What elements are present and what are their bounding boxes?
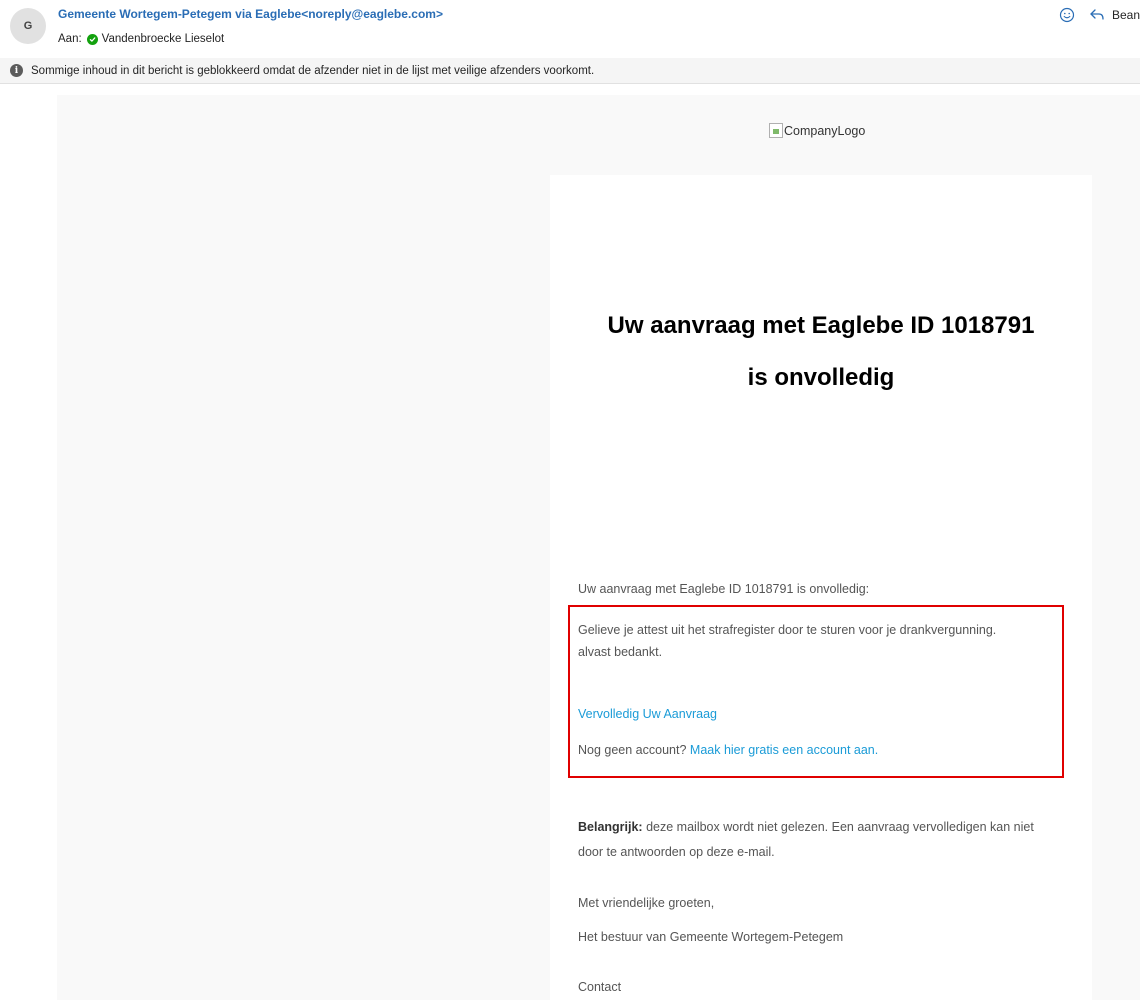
complete-application-link[interactable]: Vervolledig Uw Aanvraag	[578, 707, 717, 721]
reply-arrow-icon	[1088, 6, 1106, 24]
smiley-icon[interactable]	[1058, 6, 1076, 24]
account-line: Nog geen account? Maak hier gratis een a…	[578, 743, 878, 757]
email-title-line-2: is onvolledig	[747, 364, 895, 391]
blocked-content-banner: i Sommige inhoud in dit bericht is geblo…	[0, 58, 1140, 84]
sender-avatar[interactable]: G	[10, 8, 46, 44]
reply-button[interactable]: Bean	[1088, 6, 1140, 24]
create-account-link[interactable]: Maak hier gratis een account aan.	[690, 743, 878, 757]
check-circle-icon	[86, 33, 98, 45]
info-icon: i	[10, 64, 23, 77]
recipient-line: Aan: Vandenbroecke Lieselot	[58, 33, 224, 45]
email-title-line-1: Uw aanvraag met Eaglebe ID 1018791	[607, 312, 1035, 339]
reply-label: Bean	[1111, 8, 1140, 22]
email-title: Uw aanvraag met Eaglebe ID 1018791 is on…	[550, 300, 1092, 404]
broken-image-icon	[769, 123, 783, 138]
important-text-1: deze mailbox wordt niet gelezen. Een aan…	[646, 820, 1034, 834]
message-line-1: Gelieve je attest uit het strafregister …	[578, 623, 997, 637]
sender-name-link[interactable]: Gemeente Wortegem-Petegem via Eaglebe<no…	[58, 7, 443, 21]
important-line-2: door te antwoorden op deze e-mail.	[578, 845, 775, 859]
important-label: Belangrijk:	[578, 820, 643, 834]
intro-text: Uw aanvraag met Eaglebe ID 1018791 is on…	[578, 582, 870, 596]
header-actions: Bean	[1058, 6, 1140, 24]
message-header: G Gemeente Wortegem-Petegem via Eaglebe<…	[0, 0, 1140, 56]
greeting-text: Met vriendelijke groeten,	[578, 896, 715, 910]
no-account-text: Nog geen account?	[578, 743, 687, 757]
signature-text: Het bestuur van Gemeente Wortegem-Petege…	[578, 930, 844, 944]
recipient-name[interactable]: Vandenbroecke Lieselot	[102, 33, 225, 45]
important-line-1: Belangrijk: deze mailbox wordt niet gele…	[578, 820, 1034, 834]
company-logo: CompanyLogo	[769, 123, 865, 138]
message-line-2: alvast bedankt.	[578, 645, 663, 659]
contact-heading: Contact	[578, 980, 622, 994]
logo-alt-text: CompanyLogo	[784, 123, 866, 138]
to-label: Aan:	[58, 33, 82, 45]
banner-text: Sommige inhoud in dit bericht is geblokk…	[31, 64, 595, 77]
